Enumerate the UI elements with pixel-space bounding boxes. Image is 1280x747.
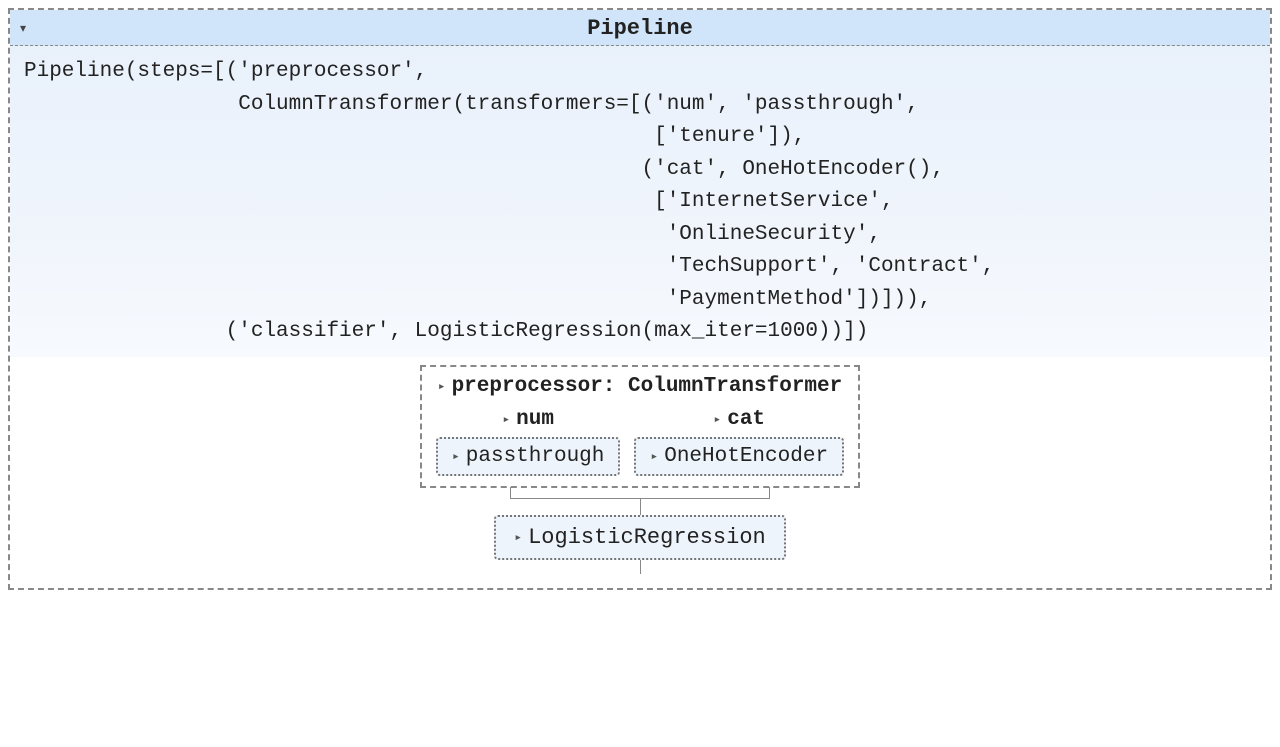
caret-right-icon[interactable]: ▸ — [452, 449, 460, 464]
num-column-header[interactable]: ▸ num — [502, 408, 554, 437]
caret-right-icon[interactable]: ▸ — [438, 379, 446, 394]
transformer-columns: ▸ num ▸ passthrough ▸ cat ▸ OneH — [436, 408, 845, 476]
caret-right-icon[interactable]: ▸ — [514, 530, 522, 545]
pipeline-header[interactable]: ▾ Pipeline — [10, 10, 1270, 46]
caret-right-icon[interactable]: ▸ — [650, 449, 658, 464]
logisticregression-box[interactable]: ▸ LogisticRegression — [494, 515, 785, 560]
num-column: ▸ num ▸ passthrough — [436, 408, 620, 476]
cat-column-header[interactable]: ▸ cat — [713, 408, 765, 437]
preprocessor-box[interactable]: ▸ preprocessor: ColumnTransformer ▸ num … — [420, 365, 861, 488]
cat-label: cat — [727, 408, 765, 431]
pipeline-repr-code: Pipeline(steps=[('preprocessor', ColumnT… — [10, 46, 1270, 357]
caret-right-icon[interactable]: ▸ — [713, 412, 721, 427]
num-label: num — [516, 408, 554, 431]
caret-down-icon[interactable]: ▾ — [20, 21, 26, 35]
connector-horizontal — [510, 487, 770, 499]
cat-column: ▸ cat ▸ OneHotEncoder — [634, 408, 844, 476]
preprocessor-title: preprocessor: ColumnTransformer — [452, 375, 843, 398]
passthrough-label: passthrough — [466, 445, 605, 468]
connector-vertical — [640, 499, 641, 515]
pipeline-container: ▾ Pipeline Pipeline(steps=[('preprocesso… — [8, 8, 1272, 590]
onehotencoder-box[interactable]: ▸ OneHotEncoder — [634, 437, 844, 476]
onehotencoder-label: OneHotEncoder — [664, 445, 828, 468]
connector-tail — [640, 560, 641, 574]
preprocessor-header[interactable]: ▸ preprocessor: ColumnTransformer — [436, 371, 845, 408]
caret-right-icon[interactable]: ▸ — [502, 412, 510, 427]
passthrough-box[interactable]: ▸ passthrough — [436, 437, 620, 476]
pipeline-title: Pipeline — [587, 16, 693, 41]
logisticregression-label: LogisticRegression — [528, 525, 766, 550]
pipeline-diagram: ▸ preprocessor: ColumnTransformer ▸ num … — [10, 357, 1270, 588]
